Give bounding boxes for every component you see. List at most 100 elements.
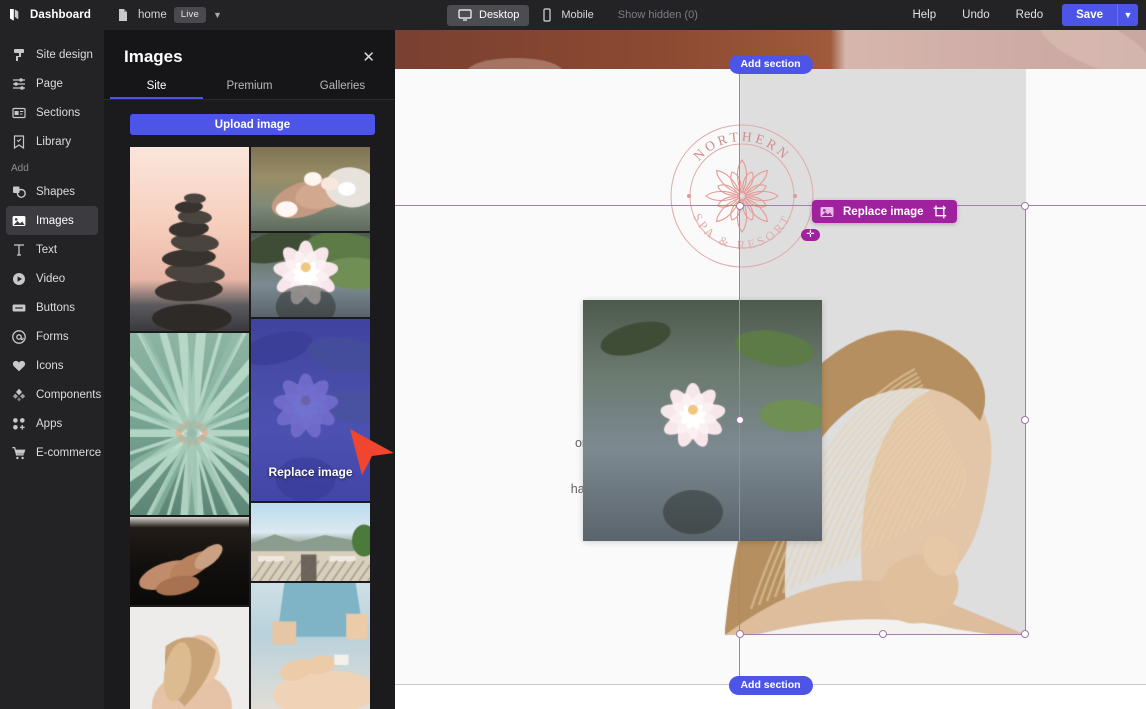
button-icon	[11, 300, 27, 316]
top-toolbar: Dashboard home Live ▼ Desktop Mobile Sho…	[0, 0, 1146, 30]
replace-image-label[interactable]: Replace image	[843, 206, 924, 218]
images-panel-header: Images ✕	[104, 30, 395, 74]
components-diamond-icon	[11, 387, 27, 403]
help-button[interactable]: Help	[899, 9, 949, 21]
resize-handle-bottom-left[interactable]	[736, 630, 744, 638]
duda-logo-icon[interactable]	[0, 7, 30, 23]
add-element-pill-button[interactable]: ✛	[801, 229, 820, 241]
at-sign-icon	[11, 329, 27, 345]
tab-site[interactable]: Site	[110, 74, 203, 99]
images-icon	[11, 213, 27, 229]
image-thumbnail[interactable]	[251, 583, 370, 709]
chevron-down-icon[interactable]: ▼	[213, 11, 222, 20]
image-grid: Replace image	[130, 147, 375, 709]
image-thumbnail[interactable]	[251, 147, 370, 231]
sidebar-item-library[interactable]: Library	[6, 127, 98, 156]
logo-top-text: NORTHERN	[690, 129, 793, 164]
site-canvas[interactable]: Add section	[395, 30, 1146, 709]
tab-mobile[interactable]: Mobile	[529, 5, 603, 26]
page-name: home	[138, 9, 167, 21]
show-hidden-button[interactable]: Show hidden (0)	[618, 9, 698, 21]
sidebar-item-apps[interactable]: Apps	[6, 409, 98, 438]
rail-group-label: Add	[0, 156, 104, 177]
tab-mobile-label: Mobile	[561, 9, 593, 21]
text-t-icon	[11, 242, 27, 258]
sidebar-item-text[interactable]: Text	[6, 235, 98, 264]
layout-sections-icon	[11, 105, 27, 121]
undo-button[interactable]: Undo	[949, 9, 1003, 21]
page-title: Images	[124, 47, 183, 67]
image-thumbnail[interactable]	[130, 517, 249, 605]
left-sidebar: Site design Page Sections Library AddShapes I…	[0, 30, 104, 709]
sidebar-item-video[interactable]: Video	[6, 264, 98, 293]
save-button[interactable]: Save	[1062, 4, 1117, 26]
sidebar-item-label: Images	[36, 215, 74, 227]
sidebar-item-site-design[interactable]: Site design	[6, 40, 98, 69]
close-icon[interactable]: ✕	[358, 48, 379, 67]
image-thumbnail[interactable]	[251, 503, 370, 581]
image-grid-column-left	[130, 147, 249, 709]
phone-icon	[539, 7, 555, 23]
crop-icon[interactable]	[932, 204, 948, 220]
image-picture-icon[interactable]	[819, 204, 835, 220]
image-thumbnail[interactable]	[130, 147, 249, 331]
image-selection-frame[interactable]	[739, 205, 1026, 635]
images-panel-body: Upload image Replace image	[104, 100, 395, 709]
sidebar-item-label: Apps	[36, 418, 62, 430]
sidebar-item-label: Sections	[36, 107, 80, 119]
plus-icon: ✛	[806, 230, 814, 240]
resize-handle-middle-right[interactable]	[1021, 416, 1029, 424]
tab-desktop[interactable]: Desktop	[447, 5, 529, 26]
add-section-bottom-button[interactable]: Add section	[728, 676, 812, 695]
sidebar-item-label: Text	[36, 244, 57, 256]
sidebar-item-label: Forms	[36, 331, 69, 343]
redo-button[interactable]: Redo	[1003, 9, 1057, 21]
video-play-icon	[11, 271, 27, 287]
sidebar-item-label: Site design	[36, 49, 93, 61]
page-selector[interactable]: home Live ▼	[115, 7, 222, 23]
dashboard-link[interactable]: Dashboard	[30, 9, 91, 21]
resize-handle-bottom-right[interactable]	[1021, 630, 1029, 638]
image-thumbnail[interactable]	[251, 233, 370, 317]
image-thumbnail[interactable]	[130, 607, 249, 709]
save-dropdown-caret-icon[interactable]: ▼	[1117, 4, 1138, 26]
sliders-icon	[11, 76, 27, 92]
toolbar-right-group: Help Undo Redo Save ▼	[899, 0, 1138, 30]
upload-image-button[interactable]: Upload image	[130, 114, 375, 135]
sidebar-item-label: Components	[36, 389, 101, 401]
resize-handle-top-right[interactable]	[1021, 202, 1029, 210]
apps-grid-icon	[11, 416, 27, 432]
shopping-cart-icon	[11, 445, 27, 461]
image-thumbnail[interactable]	[130, 333, 249, 515]
sidebar-item-forms[interactable]: Forms	[6, 322, 98, 351]
status-badge: Live	[174, 7, 206, 23]
images-panel: Images ✕ SitePremiumGalleries Upload ima…	[104, 30, 395, 709]
tab-galleries[interactable]: Galleries	[296, 74, 389, 99]
resize-handle-top-left[interactable]	[736, 202, 744, 210]
site-builder-app: Dashboard home Live ▼ Desktop Mobile Sho…	[0, 0, 1146, 709]
heart-icon	[11, 358, 27, 374]
sidebar-item-label: Library	[36, 136, 71, 148]
sidebar-item-page[interactable]: Page	[6, 69, 98, 98]
resize-handle-bottom-center[interactable]	[879, 630, 887, 638]
replace-image-toolbar: Replace image	[812, 200, 957, 223]
monitor-icon	[457, 7, 473, 23]
sidebar-item-shapes[interactable]: Shapes	[6, 177, 98, 206]
sidebar-item-components[interactable]: Components	[6, 380, 98, 409]
sidebar-item-label: Page	[36, 78, 63, 90]
sidebar-item-sections[interactable]: Sections	[6, 98, 98, 127]
sidebar-item-images[interactable]: Images	[6, 206, 98, 235]
sidebar-item-icons[interactable]: Icons	[6, 351, 98, 380]
svg-text:NORTHERN: NORTHERN	[690, 129, 793, 164]
sidebar-item-label: Video	[36, 273, 65, 285]
sidebar-item-buttons[interactable]: Buttons	[6, 293, 98, 322]
sidebar-item-label: Buttons	[36, 302, 75, 314]
resize-handle-middle-left[interactable]	[736, 416, 744, 424]
shapes-icon	[11, 184, 27, 200]
drag-cursor-arrow	[348, 425, 396, 482]
sidebar-item-e-commerce[interactable]: E-commerce	[6, 438, 98, 467]
bookmark-library-icon	[11, 134, 27, 150]
tab-desktop-label: Desktop	[479, 9, 519, 21]
add-section-top-button[interactable]: Add section	[728, 55, 812, 74]
tab-premium[interactable]: Premium	[203, 74, 296, 99]
